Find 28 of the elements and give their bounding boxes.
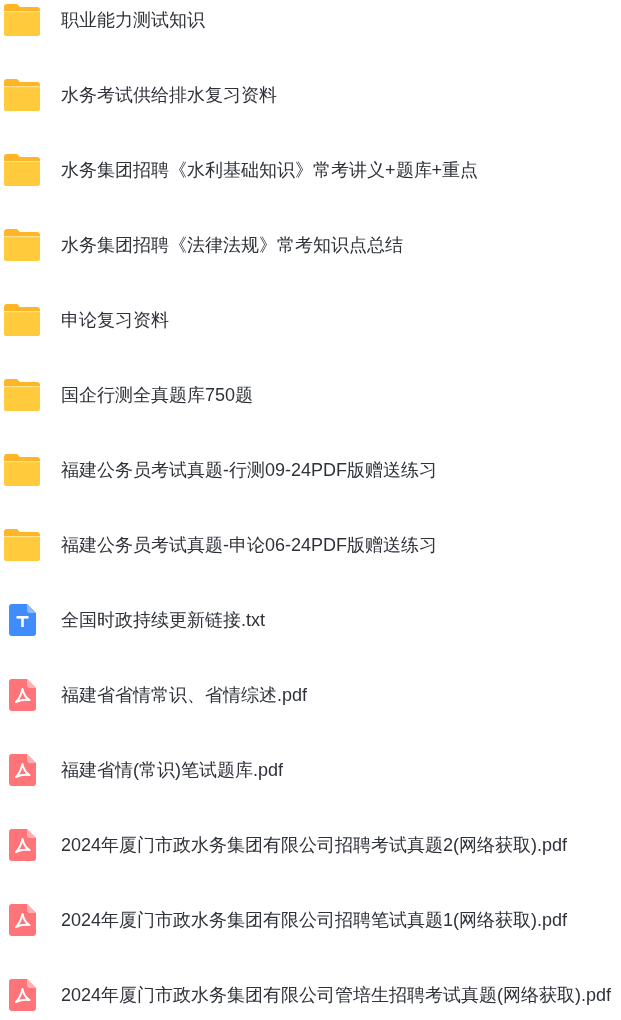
file-name[interactable]: 水务集团招聘《法律法规》常考知识点总结 bbox=[61, 233, 403, 257]
file-name[interactable]: 2024年厦门市政水务集团有限公司招聘考试真题2(网络获取).pdf bbox=[61, 833, 568, 857]
folder-icon bbox=[4, 454, 40, 486]
file-name[interactable]: 水务集团招聘《水利基础知识》常考讲义+题库+重点 bbox=[61, 158, 479, 182]
file-name[interactable]: 水务考试供给排水复习资料 bbox=[61, 83, 277, 107]
folder-icon bbox=[4, 304, 40, 336]
pdf-file-icon bbox=[8, 979, 36, 1011]
text-file-icon bbox=[8, 604, 36, 636]
folder-icon bbox=[4, 4, 40, 36]
pdf-file-icon bbox=[8, 754, 36, 786]
pdf-file-icon bbox=[8, 904, 36, 936]
file-name[interactable]: 福建公务员考试真题-行测09-24PDF版赠送练习 bbox=[61, 458, 438, 482]
file-name[interactable]: 2024年厦门市政水务集团有限公司管培生招聘考试真题(网络获取).pdf bbox=[61, 983, 612, 1007]
file-name[interactable]: 职业能力测试知识 bbox=[61, 8, 205, 32]
pdf-file-icon bbox=[8, 829, 36, 861]
folder-icon bbox=[4, 154, 40, 186]
pdf-file-icon bbox=[8, 679, 36, 711]
folder-icon bbox=[4, 79, 40, 111]
file-name[interactable]: 福建公务员考试真题-申论06-24PDF版赠送练习 bbox=[61, 533, 438, 557]
file-name[interactable]: 福建省情(常识)笔试题库.pdf bbox=[61, 758, 283, 782]
folder-icon bbox=[4, 529, 40, 561]
file-name[interactable]: 申论复习资料 bbox=[61, 308, 169, 332]
folder-icon bbox=[4, 229, 40, 261]
folder-icon bbox=[4, 379, 40, 411]
file-name[interactable]: 全国时政持续更新链接.txt bbox=[61, 608, 265, 632]
file-name[interactable]: 国企行测全真题库750题 bbox=[61, 383, 254, 407]
file-name[interactable]: 2024年厦门市政水务集团有限公司招聘笔试真题1(网络获取).pdf bbox=[61, 908, 568, 932]
file-name[interactable]: 福建省省情常识、省情综述.pdf bbox=[61, 683, 308, 707]
